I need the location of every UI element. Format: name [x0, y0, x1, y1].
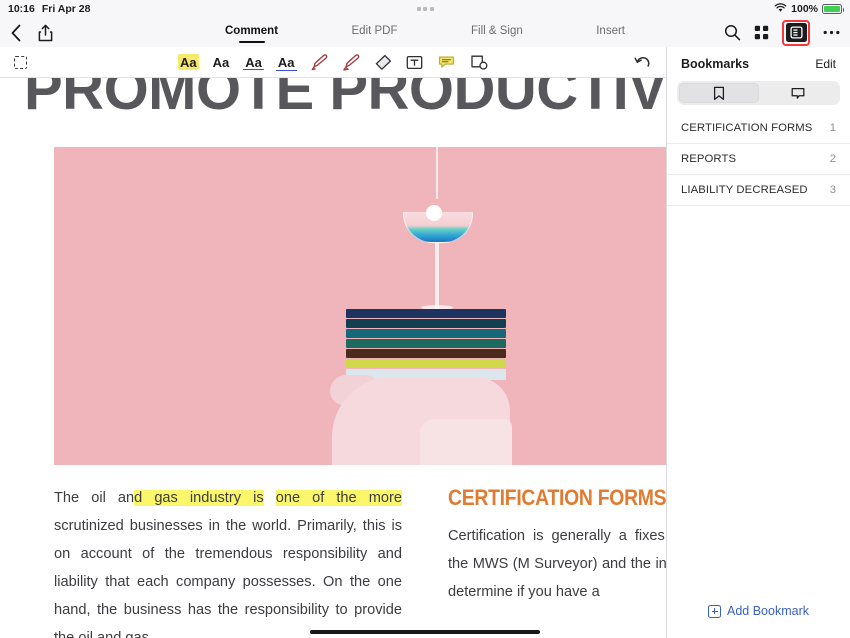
photo-white-sphere: [426, 205, 442, 221]
bookmark-label: REPORTS: [681, 153, 737, 165]
list-item[interactable]: CERTIFICATION FORMS 1: [667, 113, 850, 144]
battery-charging-icon: [822, 4, 844, 14]
back-chevron-icon[interactable]: [10, 24, 22, 42]
photo-book: [346, 339, 506, 348]
document-photo: [54, 147, 666, 465]
grabber-dot: [416, 6, 421, 11]
list-item[interactable]: LIABILITY DECREASED 3: [667, 175, 850, 206]
dashed-square-shape: [13, 55, 27, 69]
underline-aa-glyph: Aa: [243, 55, 264, 70]
status-bar: 10:16 Fri Apr 28 100%: [0, 0, 850, 18]
bookmark-icon: [713, 86, 724, 100]
photo-book: [346, 349, 506, 358]
pdf-editor-app: 10:16 Fri Apr 28 100% Comment Edit PDF F…: [0, 0, 850, 638]
grid-thumbnails-icon[interactable]: [754, 25, 769, 40]
highlighted-text-run: one of the more: [275, 490, 402, 506]
marker-pen-icon[interactable]: [309, 51, 329, 73]
search-icon[interactable]: [724, 24, 741, 41]
highlighted-text-run: d gas industry is: [134, 490, 264, 506]
shape-stamp-icon[interactable]: [469, 51, 489, 73]
bookmark-list: CERTIFICATION FORMS 1 REPORTS 2 LIABILIT…: [667, 113, 850, 584]
photo-book: [346, 329, 506, 338]
battery-percent-label: 100%: [791, 3, 818, 15]
add-bookmark-label: Add Bookmark: [727, 604, 809, 618]
window-grabber-handle[interactable]: [412, 4, 438, 13]
sticky-note-icon[interactable]: [437, 51, 457, 73]
annotation-tool-cluster: Aa Aa Aa Aa: [178, 51, 489, 73]
photo-book: [346, 359, 506, 368]
nav-right-group: [724, 19, 840, 46]
plus-box-icon: [708, 604, 721, 618]
tab-comment[interactable]: Comment: [225, 23, 278, 42]
undo-arrow-icon[interactable]: [632, 51, 652, 73]
segment-comments[interactable]: [759, 83, 839, 103]
home-indicator[interactable]: [310, 630, 540, 634]
underline-text-tool[interactable]: Aa: [243, 51, 264, 73]
bookmark-page-number: 1: [829, 122, 836, 134]
photo-book-stack: [346, 309, 506, 381]
tab-insert[interactable]: Insert: [596, 23, 625, 42]
photo-glove-cuff: [420, 419, 512, 465]
squiggly-aa-glyph: Aa: [275, 54, 297, 71]
annotation-toolbar: Aa Aa Aa Aa: [0, 47, 666, 78]
text-color-tool[interactable]: Aa: [211, 51, 232, 73]
bookmark-label: LIABILITY DECREASED: [681, 184, 808, 196]
photo-book: [346, 319, 506, 328]
text-run: The oil an: [54, 490, 135, 506]
top-navigation-bar: Comment Edit PDF Fill & Sign Insert: [0, 18, 850, 47]
body-text-left-column: The oil and gas industry is one of the m…: [54, 484, 402, 638]
more-ellipsis-icon[interactable]: [823, 30, 840, 35]
eraser-icon[interactable]: [373, 51, 393, 73]
text-run: [264, 490, 276, 506]
status-bar-left: 10:16 Fri Apr 28: [8, 3, 90, 15]
body-text-right-column: CERTIFICATION FORMS Certification is gen…: [448, 484, 666, 606]
photo-glass-stem: [435, 243, 439, 309]
pdf-page-canvas[interactable]: PROMOTE PRODUCTIV The oil and gas indust…: [0, 78, 666, 638]
text-box-icon[interactable]: [405, 51, 425, 73]
section-heading-certification-forms: CERTIFICATION FORMS: [448, 485, 666, 510]
bookmark-page-number: 2: [829, 153, 836, 165]
section-body-text: Certification is generally a fixes betwe…: [448, 528, 666, 600]
wifi-icon: [774, 2, 787, 16]
photo-book: [346, 309, 506, 318]
sidebar-toggle-button[interactable]: [782, 19, 810, 46]
list-item[interactable]: REPORTS 2: [667, 144, 850, 175]
bookmarks-sidebar: Bookmarks Edit CERTIFICATION FORMS 1 REP…: [666, 47, 850, 638]
sidebar-edit-button[interactable]: Edit: [815, 57, 836, 71]
photo-liquid-drip: [436, 147, 438, 199]
sidebar-panel-icon: [785, 23, 807, 42]
status-date: Fri Apr 28: [41, 3, 91, 15]
highlight-text-tool[interactable]: Aa: [178, 51, 199, 73]
text-run: scrutinized businesses in the world. Pri…: [54, 518, 402, 638]
tab-edit-pdf[interactable]: Edit PDF: [352, 23, 398, 42]
sidebar-header: Bookmarks Edit: [667, 47, 850, 79]
bookmark-page-number: 3: [829, 184, 836, 196]
squiggly-underline-tool[interactable]: Aa: [275, 51, 297, 73]
bookmark-label: CERTIFICATION FORMS: [681, 122, 813, 134]
status-bar-right: 100%: [774, 2, 844, 16]
mode-tabs: Comment Edit PDF Fill & Sign Insert: [215, 18, 635, 47]
document-heading: PROMOTE PRODUCTIV: [24, 78, 666, 122]
share-icon[interactable]: [38, 24, 53, 42]
highlight-aa-glyph: Aa: [178, 54, 199, 70]
tab-fill-and-sign[interactable]: Fill & Sign: [471, 23, 523, 42]
sidebar-title: Bookmarks: [681, 57, 750, 71]
marquee-select-icon[interactable]: [10, 51, 30, 73]
add-bookmark-button[interactable]: Add Bookmark: [708, 604, 809, 618]
status-time: 10:16: [8, 3, 35, 15]
sidebar-footer: Add Bookmark: [667, 584, 850, 638]
nav-left-group: [10, 24, 53, 42]
highlighter-pen-icon[interactable]: [341, 51, 361, 73]
grabber-dot: [423, 6, 427, 11]
comment-bubble-icon: [791, 87, 805, 99]
plain-aa-glyph: Aa: [212, 55, 230, 70]
grabber-dot: [429, 6, 434, 11]
segment-bookmarks[interactable]: [679, 83, 759, 103]
sidebar-segmented-control: [677, 81, 840, 105]
